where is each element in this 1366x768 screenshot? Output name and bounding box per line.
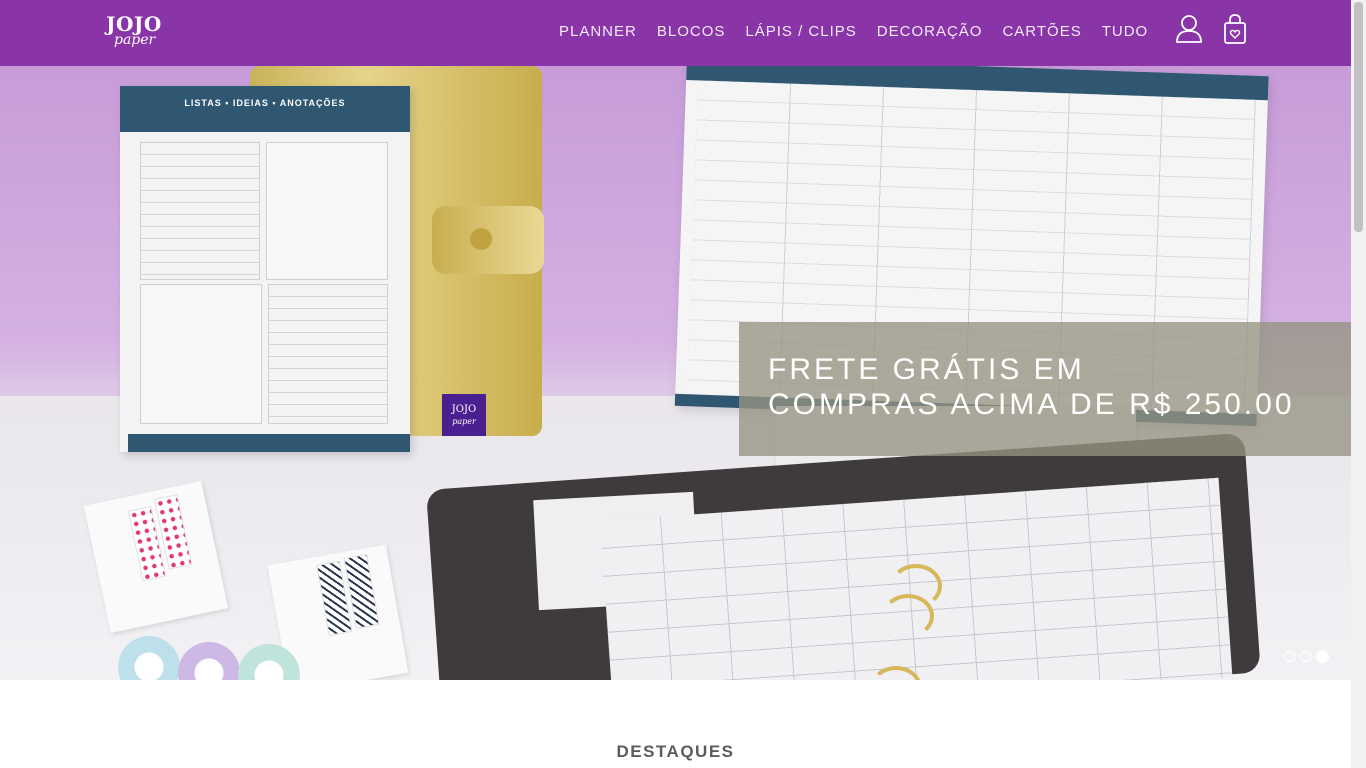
slider-dot-3[interactable] [1316,650,1329,663]
slider-dot-2[interactable] [1300,651,1311,662]
page-scrollbar[interactable] [1351,0,1366,768]
promo-line-2: COMPRAS ACIMA DE R$ 250.00 [768,388,1295,421]
brand-logo[interactable]: JOJO paper [106,10,170,56]
shopping-bag-icon[interactable] [1222,13,1248,45]
logo-sub-text: paper [114,32,156,48]
binder-ring [882,594,934,638]
brand-tag: JOJO paper [442,394,486,436]
nav-item-decoracao[interactable]: DECORAÇÃO [877,23,983,40]
promo-banner-text: FRETE GRÁTIS EM COMPRAS ACIMA DE R$ 250.… [768,352,1295,422]
nav-item-blocos[interactable]: BLOCOS [657,23,726,40]
gold-planner-snap [470,228,492,250]
site-header: JOJO paper PLANNER BLOCOS LÁPIS / CLIPS … [0,0,1351,66]
section-title-destaques: DESTAQUES [616,742,735,761]
scrollbar-thumb[interactable] [1354,2,1363,232]
promo-banner[interactable]: FRETE GRÁTIS EM COMPRAS ACIMA DE R$ 250.… [739,322,1351,456]
nav-item-lapis-clips[interactable]: LÁPIS / CLIPS [745,23,856,40]
notepad: LISTAS • IDEIAS • ANOTAÇÕES [120,86,410,452]
nav-item-planner[interactable]: PLANNER [559,23,637,40]
notepad-title: LISTAS • IDEIAS • ANOTAÇÕES [184,98,346,108]
tag-sub-text: paper [452,417,476,426]
main-nav: PLANNER BLOCOS LÁPIS / CLIPS DECORAÇÃO C… [559,23,1168,40]
hero-slider[interactable]: LISTAS • IDEIAS • ANOTAÇÕES JOJO paper F… [0,66,1351,680]
slider-dots [1284,650,1329,663]
page: JOJO paper PLANNER BLOCOS LÁPIS / CLIPS … [0,0,1351,768]
nav-item-tudo[interactable]: TUDO [1102,23,1149,40]
nav-item-cartoes[interactable]: CARTÕES [1002,23,1081,40]
user-icon[interactable] [1175,14,1203,44]
slider-dot-1[interactable] [1284,651,1295,662]
promo-line-1: FRETE GRÁTIS EM [768,353,1085,386]
tag-main-text: JOJO [451,404,477,415]
